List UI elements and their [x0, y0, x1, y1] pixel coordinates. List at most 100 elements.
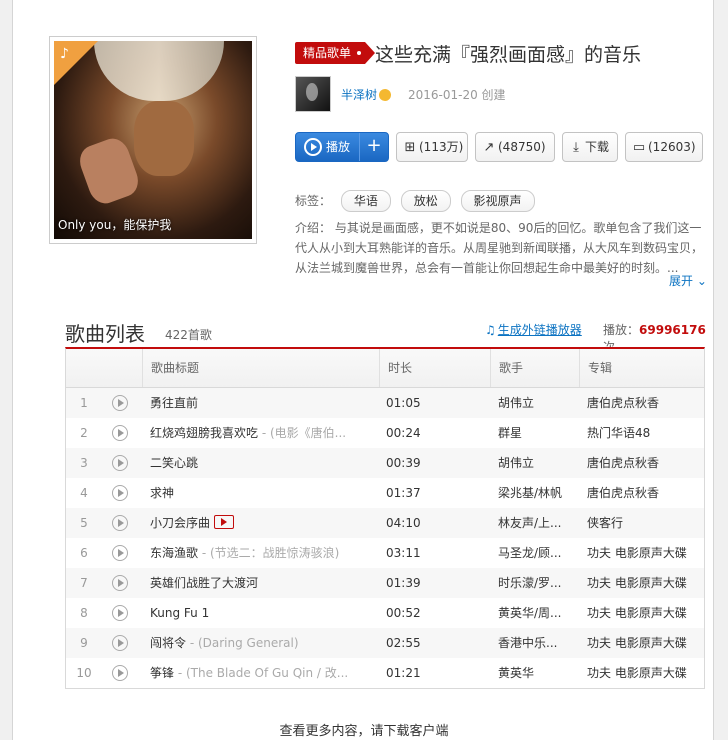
song-index: 8 [80, 606, 88, 620]
play-song-icon[interactable] [112, 665, 128, 681]
song-artist[interactable]: 林友声/上... [498, 508, 576, 538]
song-artist[interactable]: 群星 [498, 418, 576, 448]
add-to-queue-button[interactable]: + [359, 133, 388, 161]
song-artist[interactable]: 黄英华 [498, 658, 576, 688]
table-row[interactable]: 4 求神 01:37 梁兆基/林帆 唐伯虎点秋香 [66, 478, 704, 508]
song-artist[interactable]: 胡伟立 [498, 448, 576, 478]
header-duration: 时长 [379, 349, 490, 387]
comment-count: (12603) [648, 140, 696, 154]
external-player-link[interactable]: ♫ 生成外链播放器 [485, 321, 582, 338]
song-album[interactable]: 功夫 电影原声大碟 [587, 658, 702, 688]
table-row[interactable]: 2 红烧鸡翅膀我喜欢吃 - (电影《唐伯... 00:24 群星 热门华语48 [66, 418, 704, 448]
play-button[interactable]: 播放 + [295, 132, 389, 162]
song-list-title: 歌曲列表 [65, 322, 145, 346]
song-title[interactable]: 二笑心跳 [150, 456, 198, 470]
creator-name[interactable]: 半泽树 [341, 88, 377, 102]
header-title: 歌曲标题 [142, 349, 379, 387]
song-title[interactable]: 勇往直前 [150, 396, 198, 410]
external-player-label[interactable]: 生成外链播放器 [498, 323, 582, 337]
song-index: 10 [76, 666, 92, 680]
song-title[interactable]: 红烧鸡翅膀我喜欢吃 [150, 426, 258, 440]
song-album[interactable]: 唐伯虎点秋香 [587, 478, 702, 508]
favorite-button[interactable]: ⊞ (113万) [396, 132, 468, 162]
song-artist[interactable]: 黄英华/周... [498, 598, 576, 628]
song-album[interactable]: 唐伯虎点秋香 [587, 388, 702, 418]
song-rows: 1 勇往直前 01:05 胡伟立 唐伯虎点秋香 2 红烧鸡翅膀我喜欢吃 - (电影《唐伯..… [66, 388, 704, 688]
play-song-icon[interactable] [112, 455, 128, 471]
tag-relax[interactable]: 放松 [400, 190, 451, 212]
play-song-icon[interactable] [112, 575, 128, 591]
table-row[interactable]: 9 闯将令 - (Daring General) 02:55 香港中乐... 功夫 电影… [66, 628, 704, 658]
cover-face [134, 101, 194, 176]
playlist-cover[interactable]: ♪ Only you，能保护我 [49, 36, 257, 244]
song-title-cell[interactable]: 筝锋 - (The Blade Of Gu Qin / 改... [150, 658, 375, 688]
song-title-cell[interactable]: 英雄们战胜了大渡河 [150, 568, 375, 598]
song-index: 5 [80, 516, 88, 530]
song-title[interactable]: 求神 [150, 486, 174, 500]
table-row[interactable]: 10 筝锋 - (The Blade Of Gu Qin / 改... 01:21 黄… [66, 658, 704, 688]
expand-intro-link[interactable]: 展开 ⌄ [669, 272, 707, 289]
play-song-icon[interactable] [112, 425, 128, 441]
share-button[interactable]: ↗ (48750) [475, 132, 555, 162]
song-title-cell[interactable]: 二笑心跳 [150, 448, 375, 478]
table-row[interactable]: 8 Kung Fu 1 00:52 黄英华/周... 功夫 电影原声大碟 [66, 598, 704, 628]
song-artist[interactable]: 香港中乐... [498, 628, 576, 658]
song-title[interactable]: 筝锋 [150, 666, 174, 680]
playlist-intro: 介绍： 与其说是画面感，更不如说是80、90后的回忆。歌单包含了我们这一代人从小… [295, 221, 704, 275]
song-title[interactable]: 东海渔歌 [150, 546, 198, 560]
tag-soundtrack[interactable]: 影视原声 [460, 190, 535, 212]
song-album[interactable]: 唐伯虎点秋香 [587, 448, 702, 478]
song-album[interactable]: 功夫 电影原声大碟 [587, 628, 702, 658]
expand-label[interactable]: 展开 [669, 274, 693, 288]
song-album[interactable]: 功夫 电影原声大碟 [587, 568, 702, 598]
song-title-cell[interactable]: 红烧鸡翅膀我喜欢吃 - (电影《唐伯... [150, 418, 375, 448]
comment-button[interactable]: ▭ (12603) [625, 132, 703, 162]
play-song-icon[interactable] [112, 395, 128, 411]
song-title-cell[interactable]: 闯将令 - (Daring General) [150, 628, 375, 658]
tag-chinese[interactable]: 华语 [340, 190, 391, 212]
song-artist[interactable]: 梁兆基/林帆 [498, 478, 576, 508]
song-artist[interactable]: 马圣龙/顾... [498, 538, 576, 568]
play-song-icon[interactable] [112, 545, 128, 561]
song-duration: 01:21 [386, 666, 421, 680]
creator-name-link[interactable]: 半泽树 [341, 86, 392, 103]
play-song-icon[interactable] [112, 635, 128, 651]
song-subtitle: - (电影《唐伯... [258, 426, 347, 440]
song-album[interactable]: 功夫 电影原声大碟 [587, 538, 702, 568]
favorite-count: (113万) [419, 140, 464, 154]
play-label: 播放 [326, 140, 351, 154]
play-song-icon[interactable] [112, 515, 128, 531]
song-title[interactable]: 闯将令 [150, 636, 186, 650]
table-row[interactable]: 3 二笑心跳 00:39 胡伟立 唐伯虎点秋香 [66, 448, 704, 478]
table-row[interactable]: 7 英雄们战胜了大渡河 01:39 时乐濛/罗... 功夫 电影原声大碟 [66, 568, 704, 598]
header-artist: 歌手 [490, 349, 579, 387]
song-duration: 01:39 [386, 576, 421, 590]
song-artist[interactable]: 时乐濛/罗... [498, 568, 576, 598]
song-title-cell[interactable]: Kung Fu 1 [150, 598, 375, 628]
play-song-icon[interactable] [112, 605, 128, 621]
song-title-cell[interactable]: 东海渔歌 - (节选二：战胜惊涛骇浪) [150, 538, 375, 568]
table-row[interactable]: 1 勇往直前 01:05 胡伟立 唐伯虎点秋香 [66, 388, 704, 418]
song-album[interactable]: 热门华语48 [587, 418, 702, 448]
download-button[interactable]: ⤓ 下载 [562, 132, 618, 162]
song-duration: 00:24 [386, 426, 421, 440]
table-row[interactable]: 6 东海渔歌 - (节选二：战胜惊涛骇浪) 03:11 马圣龙/顾... 功夫 电影原声… [66, 538, 704, 568]
song-title-cell[interactable]: 求神 [150, 478, 375, 508]
song-artist[interactable]: 胡伟立 [498, 388, 576, 418]
mv-icon[interactable] [214, 515, 235, 529]
song-title[interactable]: 小刀会序曲 [150, 516, 210, 530]
song-album[interactable]: 功夫 电影原声大碟 [587, 598, 702, 628]
playlist-page: ♪ Only you，能保护我 精品歌单 这些充满『强烈画面感』的音乐 半泽树 … [12, 0, 714, 740]
song-album[interactable]: 侠客行 [587, 508, 702, 538]
play-song-icon[interactable] [112, 485, 128, 501]
download-icon: ⤓ [573, 140, 579, 155]
song-title-cell[interactable]: 小刀会序曲 [150, 508, 375, 538]
song-title[interactable]: Kung Fu 1 [150, 606, 209, 620]
song-duration: 00:52 [386, 606, 421, 620]
comment-icon: ▭ [632, 140, 646, 155]
download-client-hint[interactable]: 查看更多内容，请下载客户端 [13, 720, 715, 739]
table-row[interactable]: 5 小刀会序曲 04:10 林友声/上... 侠客行 [66, 508, 704, 538]
creator-avatar[interactable] [295, 76, 331, 112]
song-title[interactable]: 英雄们战胜了大渡河 [150, 576, 258, 590]
song-title-cell[interactable]: 勇往直前 [150, 388, 375, 418]
